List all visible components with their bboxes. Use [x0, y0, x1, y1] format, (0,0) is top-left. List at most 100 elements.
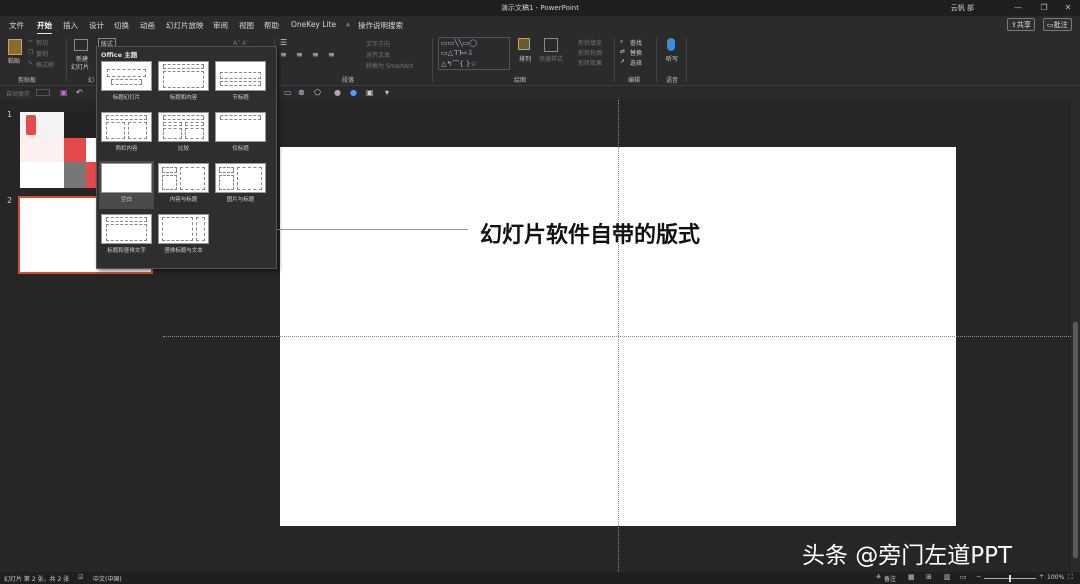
tab-view[interactable]: 视图: [239, 20, 254, 31]
zoom-out-icon[interactable]: −: [976, 573, 981, 580]
vertical-scrollbar[interactable]: [1071, 100, 1080, 572]
divider: [686, 38, 687, 82]
toolbar-shape2-icon[interactable]: ⬠: [314, 88, 321, 97]
tab-slideshow[interactable]: 幻灯片放映: [166, 20, 204, 31]
layout-comparison[interactable]: 比较: [156, 110, 211, 158]
toolbar-circle-icon[interactable]: ●: [334, 88, 341, 97]
group-drawing: 绘图: [514, 77, 527, 84]
quick-styles-label[interactable]: 快速样式: [539, 54, 563, 63]
layout-label: 标题幻灯片: [112, 95, 141, 101]
layout-vertical-title-text[interactable]: 竖排标题与文本: [156, 212, 211, 260]
layout-dropdown: Office 主题 标题幻灯片 标题和内容 节标题 两栏内容 比较 仅标题 空白…: [96, 46, 277, 269]
paste-label[interactable]: 粘贴: [8, 56, 20, 65]
slideshow-view-icon[interactable]: ▭: [960, 573, 967, 581]
tab-insert[interactable]: 插入: [63, 20, 78, 31]
bullets-icon[interactable]: ☰: [280, 38, 287, 47]
arrange-icon[interactable]: [518, 38, 530, 50]
layout-title-slide[interactable]: 标题幻灯片: [99, 59, 154, 107]
tab-design[interactable]: 设计: [89, 20, 104, 31]
layout-label: 标题和竖排文字: [107, 248, 146, 254]
cut-label[interactable]: 剪切: [36, 38, 48, 47]
window-title: 演示文稿1 - PowerPoint: [501, 4, 579, 12]
search-label[interactable]: 操作说明搜索: [358, 20, 403, 31]
shapes-gallery[interactable]: ▭▭╲╲▭◯ ▭△ᒣᒣ⇨⇩ △↰⌒{ }☆: [438, 37, 510, 70]
minimize-icon[interactable]: —: [1010, 2, 1026, 14]
find-icon: ⌕: [620, 38, 624, 45]
sorter-view-icon[interactable]: ⊞: [926, 573, 932, 581]
toolbar-image-icon[interactable]: ▣: [366, 88, 374, 97]
normal-view-icon[interactable]: ▦: [908, 573, 915, 581]
microphone-icon[interactable]: [667, 38, 675, 51]
language-label[interactable]: 中文(中国): [93, 574, 122, 583]
tab-animations[interactable]: 动画: [140, 20, 155, 31]
notes-button[interactable]: 备注: [884, 574, 896, 583]
toolbar-link-icon[interactable]: ⊗: [298, 88, 305, 97]
annotation-text[interactable]: 幻灯片软件自带的版式: [480, 217, 700, 249]
zoom-slider-thumb[interactable]: [1009, 575, 1011, 582]
copy-label[interactable]: 复制: [36, 49, 48, 58]
autosave-toggle[interactable]: [36, 89, 50, 96]
save-icon[interactable]: ▣: [60, 88, 68, 97]
quick-styles-icon[interactable]: [544, 38, 558, 52]
tab-home[interactable]: 开始: [37, 20, 52, 35]
align-right-icon[interactable]: ≡: [312, 50, 319, 59]
layout-two-content[interactable]: 两栏内容: [99, 110, 154, 158]
layout-label: 竖排标题与文本: [164, 248, 203, 254]
fit-slide-icon[interactable]: ⛶: [1068, 573, 1073, 582]
layout-title-only[interactable]: 仅标题: [213, 110, 268, 158]
toolbar-circle2-icon[interactable]: ●: [350, 88, 357, 97]
layout-label: 节标题: [232, 95, 249, 101]
smartart-label[interactable]: 转换为 SmartArt: [366, 61, 413, 70]
justify-icon[interactable]: ≡: [328, 50, 335, 59]
user-name[interactable]: 云帆 部: [951, 3, 974, 13]
share-label: 共享: [1016, 21, 1031, 29]
new-slide-icon[interactable]: [74, 39, 88, 51]
layout-section-header[interactable]: 节标题: [213, 59, 268, 107]
search-icon[interactable]: ⌕: [346, 20, 350, 30]
format-painter-label[interactable]: 格式刷: [36, 60, 54, 69]
autosave-label[interactable]: 自动保存: [6, 89, 30, 98]
layout-thumb: [215, 163, 266, 193]
reading-view-icon[interactable]: ▥: [944, 573, 951, 581]
divider: [432, 38, 433, 82]
arrange-label[interactable]: 排列: [519, 54, 531, 63]
horizontal-guide[interactable]: [163, 336, 1071, 337]
dropdown-header: Office 主题: [101, 51, 138, 59]
new-slide-label-2[interactable]: 幻灯片: [71, 62, 89, 71]
layout-title-content[interactable]: 标题和内容: [156, 59, 211, 107]
restore-icon[interactable]: ❐: [1036, 2, 1052, 14]
layout-picture-caption[interactable]: 图片与标题: [213, 161, 268, 209]
shape-effects-label[interactable]: 形状效果: [578, 58, 602, 67]
close-icon[interactable]: ✕: [1060, 2, 1076, 14]
align-text-label[interactable]: 对齐文本: [366, 50, 390, 59]
shape-outline-label[interactable]: 形状轮廓: [578, 48, 602, 57]
spellcheck-icon[interactable]: ☑: [78, 574, 83, 581]
tab-transitions[interactable]: 切换: [114, 20, 129, 31]
tab-review[interactable]: 审阅: [213, 20, 228, 31]
dictate-label[interactable]: 听写: [666, 54, 678, 63]
toolbar-shape-icon[interactable]: ▭: [284, 88, 292, 97]
layout-title-vertical-text[interactable]: 标题和竖排文字: [99, 212, 154, 260]
paste-icon[interactable]: [8, 39, 22, 55]
zoom-level[interactable]: 100%: [1047, 574, 1064, 581]
toolbar-more-icon[interactable]: ▾: [385, 88, 389, 97]
comment-button[interactable]: ▭批注: [1043, 18, 1072, 31]
tab-help[interactable]: 帮助: [264, 20, 279, 31]
find-label[interactable]: 查找: [630, 38, 642, 47]
zoom-in-icon[interactable]: +: [1039, 573, 1044, 580]
scrollbar-thumb[interactable]: [1073, 322, 1078, 558]
tab-onekey[interactable]: OneKey Lite: [291, 20, 336, 29]
select-label[interactable]: 选择: [630, 58, 642, 67]
replace-label[interactable]: 替换: [630, 48, 642, 57]
layout-content-caption[interactable]: 内容与标题: [156, 161, 211, 209]
text-direction-label[interactable]: 文字方向: [366, 39, 390, 48]
layout-blank[interactable]: 空白: [99, 161, 154, 209]
tab-file[interactable]: 文件: [9, 20, 24, 31]
shape-fill-label[interactable]: 形状填充: [578, 38, 602, 47]
layout-thumb: [101, 163, 152, 193]
share-button[interactable]: ⇪共享: [1007, 18, 1035, 31]
align-left-icon[interactable]: ≡: [280, 50, 287, 59]
align-center-icon[interactable]: ≡: [296, 50, 303, 59]
undo-icon[interactable]: ↶: [76, 88, 83, 97]
layout-thumb: [215, 61, 266, 91]
